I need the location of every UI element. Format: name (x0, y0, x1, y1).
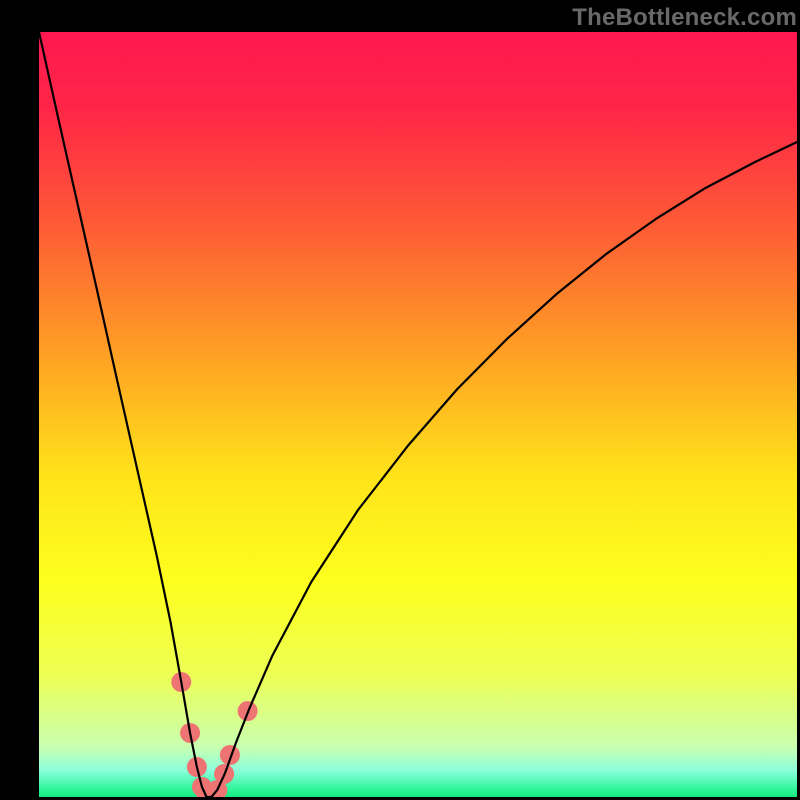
watermark-text: TheBottleneck.com (572, 4, 797, 32)
chart-background-gradient (39, 32, 797, 797)
chart-panel (39, 32, 797, 797)
bottleneck-chart (39, 32, 797, 797)
image-frame: TheBottleneck.com (0, 0, 800, 800)
